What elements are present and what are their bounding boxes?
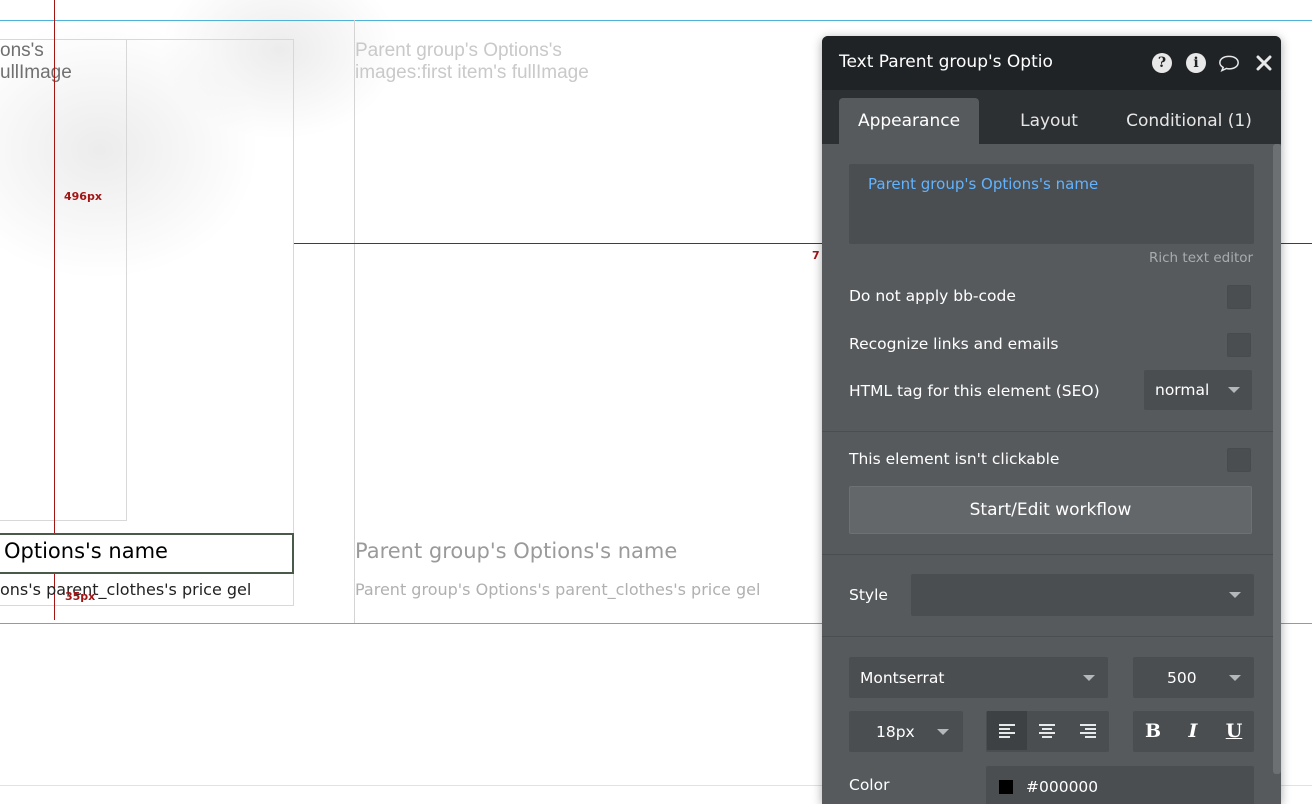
html-tag-dropdown[interactable]: normal: [1144, 370, 1252, 410]
cell-divider: [354, 20, 355, 623]
html-tag-value: normal: [1155, 381, 1210, 399]
price-text-right[interactable]: Parent group's Options's parent_clothes'…: [355, 580, 760, 599]
align-center-button[interactable]: [1027, 711, 1067, 750]
align-right-button[interactable]: [1068, 711, 1108, 750]
tab-appearance[interactable]: Appearance: [839, 98, 979, 144]
style-dropdown[interactable]: [911, 574, 1254, 616]
rich-text-editor-link[interactable]: Rich text editor: [1149, 250, 1253, 266]
measure-label-bottom: 35px: [65, 590, 96, 603]
font-size-value: 18px: [876, 722, 915, 741]
align-left-button[interactable]: [987, 711, 1027, 750]
property-editor-panel[interactable]: Text Parent group's Optio ? i Appearance…: [822, 36, 1281, 804]
tab-conditional[interactable]: Conditional (1): [1119, 98, 1259, 144]
editor-title: Text Parent group's Optio: [839, 52, 1053, 72]
appearance-panel: Parent group's Options's name Rich text …: [822, 144, 1281, 804]
chevron-down-icon: [1229, 592, 1241, 598]
close-icon[interactable]: [1254, 53, 1274, 73]
comment-icon[interactable]: [1219, 53, 1239, 73]
scrollbar[interactable]: [1273, 144, 1281, 774]
section-divider: [822, 431, 1273, 432]
align-center-icon: [1039, 723, 1055, 738]
price-text-left[interactable]: ons's parent_clothes's price gel: [0, 580, 251, 599]
font-family-value: Montserrat: [860, 668, 945, 687]
chevron-down-icon: [1229, 675, 1241, 681]
editor-header[interactable]: Text Parent group's Optio ? i: [822, 36, 1281, 90]
bold-button[interactable]: B: [1133, 711, 1173, 750]
bbcode-checkbox[interactable]: [1227, 285, 1251, 309]
alignment-group: [986, 711, 1109, 752]
recognize-links-checkbox[interactable]: [1227, 333, 1251, 357]
section-divider: [822, 554, 1273, 555]
image-dynamic-text-right: Parent group's Options's images:first it…: [355, 40, 589, 83]
chevron-down-icon: [1228, 387, 1240, 393]
tab-layout[interactable]: Layout: [989, 98, 1109, 144]
color-label: Color: [849, 776, 890, 794]
chevron-down-icon: [1083, 675, 1095, 681]
italic-button[interactable]: I: [1173, 711, 1213, 750]
measure-label-vertical: 496px: [64, 190, 102, 203]
underline-button[interactable]: U: [1214, 711, 1254, 750]
html-tag-label: HTML tag for this element (SEO): [849, 382, 1100, 400]
guide-line-top: [0, 20, 1312, 21]
not-clickable-checkbox[interactable]: [1227, 448, 1251, 472]
tab-bar: Appearance Layout Conditional (1): [822, 90, 1281, 144]
measure-label-horizontal: 7: [812, 249, 820, 262]
color-value: #000000: [1026, 777, 1099, 796]
text-format-group: B I U: [1133, 711, 1254, 752]
image-dynamic-text-left: ons's ullImage: [0, 40, 72, 83]
font-weight-value: 500: [1167, 668, 1197, 687]
font-size-dropdown[interactable]: 18px: [849, 711, 963, 752]
align-left-icon: [999, 723, 1015, 738]
recognize-links-label: Recognize links and emails: [849, 335, 1059, 353]
chevron-down-icon: [937, 729, 949, 735]
align-right-icon: [1080, 723, 1096, 738]
not-clickable-label: This element isn't clickable: [849, 450, 1060, 468]
color-picker[interactable]: #000000: [986, 766, 1254, 804]
info-icon[interactable]: i: [1186, 53, 1206, 73]
help-icon[interactable]: ?: [1152, 53, 1172, 73]
measure-line-vertical: [54, 0, 55, 620]
text-content-input[interactable]: Parent group's Options's name: [849, 164, 1254, 244]
name-text-left[interactable]: Options's name: [4, 539, 168, 563]
style-label: Style: [849, 586, 888, 604]
image-element-left[interactable]: [0, 39, 127, 521]
color-swatch: [999, 779, 1013, 794]
font-family-dropdown[interactable]: Montserrat: [849, 657, 1108, 698]
section-divider: [822, 636, 1273, 637]
start-edit-workflow-button[interactable]: Start/Edit workflow: [849, 486, 1252, 534]
font-weight-dropdown[interactable]: 500: [1133, 657, 1254, 698]
name-text-right[interactable]: Parent group's Options's name: [355, 539, 677, 563]
bbcode-label: Do not apply bb-code: [849, 287, 1016, 305]
